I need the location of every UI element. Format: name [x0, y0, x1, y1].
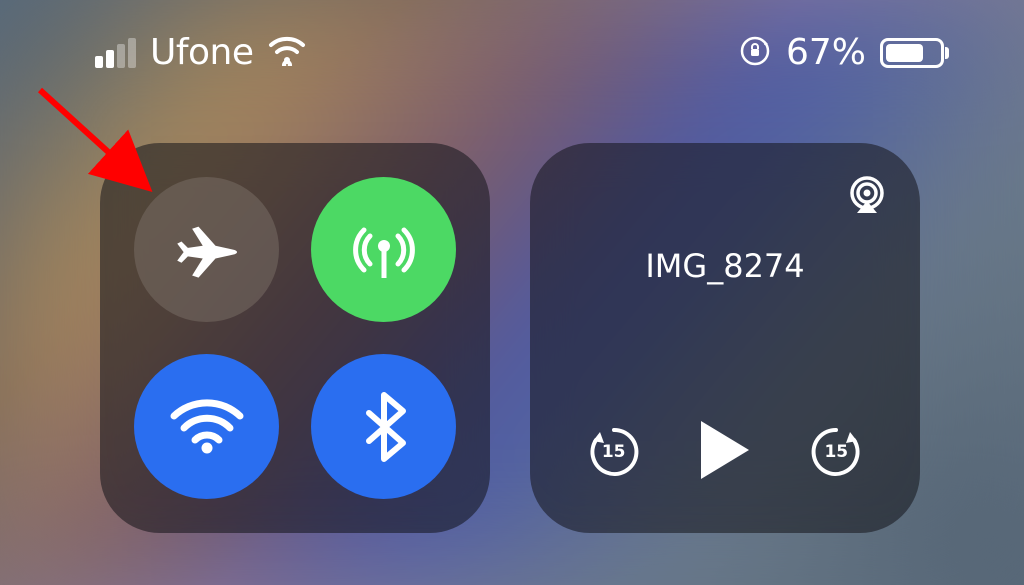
skip-back-15-button[interactable]: 15: [586, 424, 642, 480]
airplane-icon: [173, 216, 241, 284]
orientation-lock-icon: [738, 34, 772, 72]
connectivity-panel[interactable]: [100, 143, 490, 533]
battery-percent: 67%: [786, 32, 866, 73]
play-button[interactable]: [697, 419, 753, 485]
battery-icon: [880, 38, 944, 68]
media-panel[interactable]: IMG_8274 15 15: [530, 143, 920, 533]
airplane-mode-button[interactable]: [134, 177, 279, 322]
wifi-button[interactable]: [134, 354, 279, 499]
cellular-data-button[interactable]: [311, 177, 456, 322]
wifi-status-icon: [268, 36, 306, 70]
play-icon: [697, 419, 753, 481]
skip-back-label: 15: [602, 442, 626, 462]
wifi-icon: [168, 396, 246, 458]
skip-forward-label: 15: [824, 442, 848, 462]
cellular-antenna-icon: [344, 210, 424, 290]
cellular-signal-icon: [95, 38, 136, 68]
bluetooth-button[interactable]: [311, 354, 456, 499]
airplay-icon: [842, 171, 892, 221]
status-left: Ufone: [95, 32, 306, 73]
carrier-label: Ufone: [150, 32, 254, 73]
airplay-button[interactable]: [842, 171, 892, 225]
skip-forward-15-button[interactable]: 15: [808, 424, 864, 480]
status-right: 67%: [738, 32, 944, 73]
media-title: IMG_8274: [645, 247, 804, 285]
bluetooth-icon: [361, 391, 407, 463]
status-bar: Ufone 67%: [0, 0, 1024, 73]
